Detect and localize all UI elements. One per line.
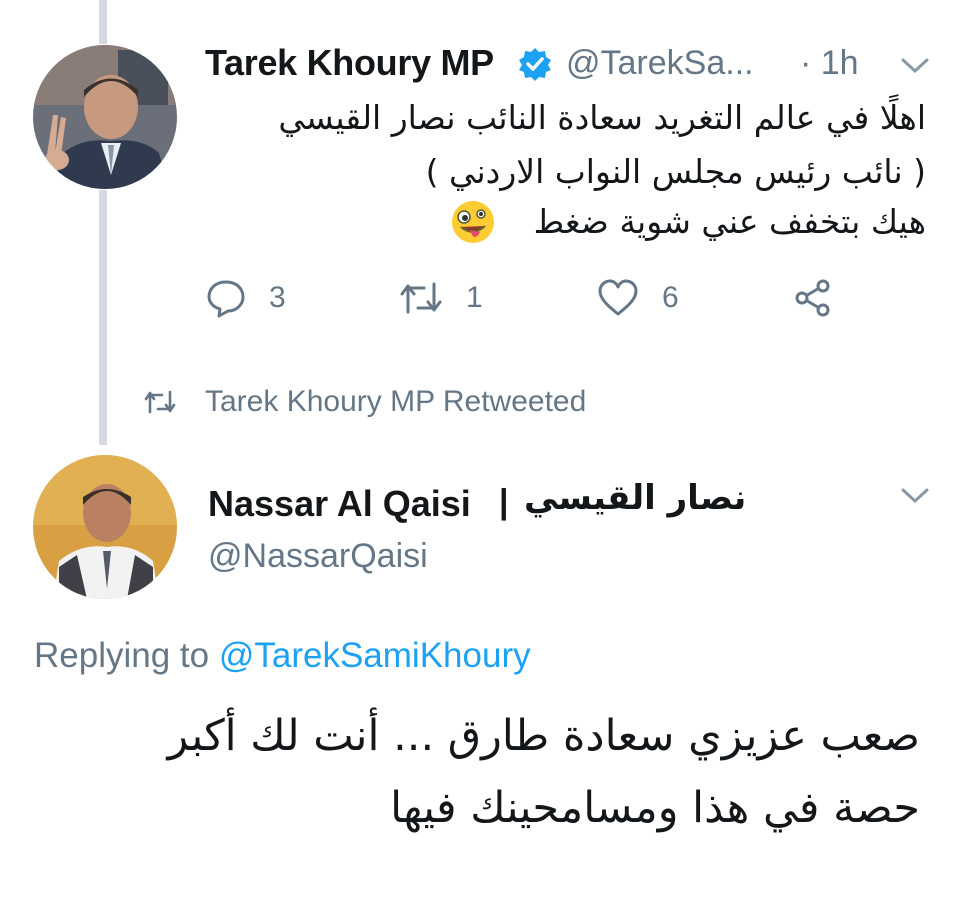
tweet-timestamp[interactable]: · 1h [800, 44, 859, 83]
chevron-down-icon[interactable] [900, 56, 930, 76]
avatar-tarek[interactable] [33, 45, 177, 189]
verified-badge-icon [518, 47, 552, 81]
retweet-icon [144, 390, 176, 414]
tweet-text-line: حصة في هذا ومسامحينك فيها [390, 783, 920, 833]
retweet-button[interactable]: 1 [398, 278, 483, 318]
like-count: 6 [662, 281, 679, 314]
heart-icon [598, 279, 638, 316]
share-icon [795, 279, 830, 317]
chevron-down-icon[interactable] [900, 486, 930, 506]
tweet-text-line: هيك بتخفف عني شوية ضغط [533, 202, 926, 241]
reply-icon [207, 280, 245, 318]
replying-prefix: Replying to [34, 636, 210, 675]
reply-count: 3 [269, 281, 286, 314]
replying-to: Replying to @TarekSamiKhoury [34, 636, 531, 676]
avatar-nassar[interactable] [33, 455, 177, 599]
retweet-icon [400, 282, 442, 314]
retweet-notice[interactable]: Tarek Khoury MP Retweeted [143, 382, 586, 422]
tweet-text-line: ( نائب رئيس مجلس النواب الاردني ) [425, 152, 926, 191]
thread-line [99, 0, 107, 44]
reply-button[interactable]: 3 [205, 278, 286, 318]
author-name-arabic[interactable]: نصار القيسي [524, 478, 746, 518]
mention-link[interactable]: @TarekSamiKhoury [219, 636, 531, 675]
tweet-text-line: صعب عزيزي سعادة طارق ... أنت لك أكبر [167, 711, 921, 761]
author-handle[interactable]: @TarekSa... [566, 44, 754, 83]
retweet-notice-text: Tarek Khoury MP Retweeted [205, 385, 587, 418]
tweet-text-line: اهلًا في عالم التغريد سعادة النائب نصار … [278, 98, 926, 137]
retweet-count: 1 [466, 281, 483, 314]
author-handle[interactable]: @NassarQaisi [208, 537, 428, 576]
thread-line [99, 190, 107, 445]
zany-face-emoji [450, 199, 496, 245]
name-separator: | [499, 483, 509, 521]
author-name[interactable]: Nassar Al Qaisi [208, 483, 471, 525]
share-button[interactable] [792, 278, 856, 318]
author-name[interactable]: Tarek Khoury MP [205, 42, 494, 84]
like-button[interactable]: 6 [596, 278, 679, 318]
